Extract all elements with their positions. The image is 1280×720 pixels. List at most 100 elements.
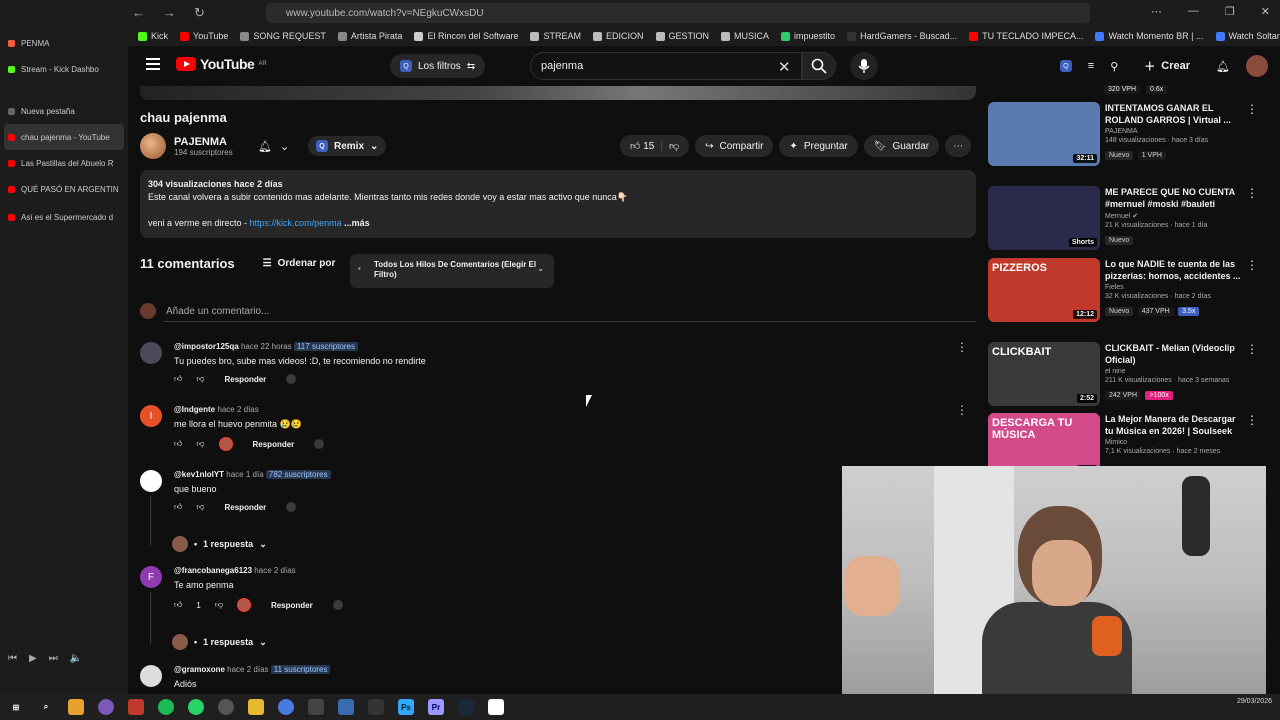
comment-dislike-icon[interactable]: 👎︎ [196,502,204,512]
system-clock[interactable]: 29/03/2026 [1237,696,1272,707]
browser-tab-item[interactable]: Nueva pestaña [0,98,128,124]
comment-time[interactable]: hace 2 días [217,405,258,414]
recommended-video[interactable]: Shorts ME PARECE QUE NO CUENTA #mernuel #… [988,186,1258,250]
account-avatar[interactable] [1246,55,1268,77]
taskbar-app-icon[interactable] [368,699,384,715]
bookmark-item[interactable]: EDICION [593,31,644,41]
recommended-video[interactable]: CLICKBAIT 2:52 CLICKBAIT - Melian (Videocl… [988,342,1258,406]
video-menu-icon[interactable]: ⋮ [1246,102,1258,116]
obs-icon[interactable] [218,699,234,715]
view-replies-button[interactable]: • 1 respuesta ⌄ [172,634,267,650]
reply-button[interactable]: Responder [265,601,319,610]
show-more-button[interactable]: ...más [344,218,370,228]
video-description[interactable]: 304 visualizaciones hace 2 días Este can… [140,170,976,238]
sort-button[interactable]: ☰ Ordenar por [263,258,336,269]
recommended-video[interactable]: PIZZEROS 12:12 Lo que NADIE te cuenta de l… [988,258,1258,322]
comment-time[interactable]: hace 2 días [254,566,295,575]
video-title[interactable]: Lo que NADIE te cuenta de las pizzerías:… [1105,258,1245,282]
comment-author[interactable]: @impostor125qa [174,342,239,351]
reload-icon[interactable]: ↻ [194,5,205,21]
comment-time[interactable]: hace 2 días [227,665,268,674]
photoshop-icon[interactable]: Ps [398,699,414,715]
comment-menu-icon[interactable]: ⋮ [956,403,968,417]
recommended-video[interactable]: 32:11 INTENTAMOS GANAR EL ROLAND GARROS |… [988,102,1258,166]
search-input[interactable]: pajenma [530,52,802,80]
browser-tab-item[interactable]: PENMA [0,30,128,56]
bookmark-item[interactable]: STREAM [530,31,581,41]
comment-author[interactable]: @gramoxone [174,665,225,674]
taskbar-app-icon[interactable] [488,699,504,715]
bookmark-item[interactable]: SONG REQUEST [240,31,326,41]
back-icon[interactable]: ← [132,5,145,21]
list-icon[interactable]: ≡ [1088,60,1094,72]
video-channel[interactable]: el nine [1105,368,1245,375]
share-button[interactable]: ↪ Compartir [695,135,774,157]
bookmark-item[interactable]: YouTube [180,31,228,41]
search-button[interactable] [802,52,836,80]
play-icon[interactable]: ▶ [29,653,37,664]
comment-avatar[interactable] [140,470,162,492]
browser-tab-item[interactable]: chau pajenma - YouTube [4,124,124,150]
comment-avatar[interactable] [140,342,162,364]
bookmark-item[interactable]: Watch Soltando magi... [1215,31,1280,41]
bookmark-item[interactable]: GESTION [655,31,709,41]
video-title[interactable]: La Mejor Manera de Descargar tu Música e… [1105,413,1245,437]
premiere-icon[interactable]: Pr [428,699,444,715]
more-actions-button[interactable]: ⋯ [945,135,972,157]
browser-tab-item[interactable]: Así es el Supermercado d [0,204,128,230]
remix-button[interactable]: Q Remix ⌄ [308,136,387,156]
taskbar-app-icon[interactable] [68,699,84,715]
video-title[interactable]: ME PARECE QUE NO CUENTA #mernuel #moski … [1105,186,1245,210]
next-icon[interactable]: ⏭ [49,653,58,664]
whatsapp-icon[interactable] [188,699,204,715]
notifications-bell-icon[interactable]: 🔔︎ [1216,60,1230,73]
add-comment-box[interactable]: Añade un comentario... [140,303,976,322]
browser-tab-item[interactable]: Stream - Kick Dashbo [0,56,128,82]
steam-icon[interactable] [458,699,474,715]
video-menu-icon[interactable]: ⋮ [1246,186,1258,200]
save-button[interactable]: 🔖︎ Guardar [863,135,940,157]
taskbar-browser-icon[interactable] [98,699,114,715]
thread-filter-dropdown[interactable]: ▪ Todos Los Hilos De Comentarios (Elegir… [350,254,554,288]
comment-dislike-icon[interactable]: 👎︎ [215,600,223,610]
comment-avatar[interactable]: I [140,405,162,427]
clear-search-icon[interactable]: ✕ [778,58,791,76]
view-replies-button[interactable]: • 1 respuesta ⌄ [172,536,267,552]
menu-dots-icon[interactable]: ⋯ [1151,5,1162,18]
close-icon[interactable]: ✕ [1261,5,1270,18]
video-thumbnail[interactable]: Shorts [988,186,1100,250]
extension-q-icon[interactable]: Q [1059,60,1072,72]
taskbar-app-icon[interactable] [308,699,324,715]
bookmark-item[interactable]: Kick [138,31,168,41]
reply-button[interactable]: Responder [219,503,273,512]
subscription-bell-button[interactable]: 🔔︎ ⌄ [254,136,298,156]
video-thumbnail[interactable]: CLICKBAIT 2:52 [988,342,1100,406]
create-button[interactable]: ＋ Crear [1134,54,1201,78]
bookmark-item[interactable]: MUSICA [721,31,769,41]
prev-icon[interactable]: ⏮ [8,653,17,664]
comment-avatar[interactable]: F [140,566,162,588]
comment-author[interactable]: @lndgente [174,405,215,414]
video-title[interactable]: INTENTAMOS GANAR EL ROLAND GARROS | Virt… [1105,102,1245,126]
reply-button[interactable]: Responder [219,375,273,384]
video-player[interactable] [140,86,976,100]
like-button[interactable]: 👍︎ 15 [630,140,654,152]
bookmark-item[interactable]: Watch Momento BR | ... [1095,31,1204,41]
comment-dislike-icon[interactable]: 👎︎ [196,439,204,449]
video-menu-icon[interactable]: ⋮ [1246,342,1258,356]
volume-icon[interactable]: 🔈 [70,653,82,664]
comment-like-icon[interactable]: 👍︎ [174,502,182,512]
taskbar-app-icon[interactable] [128,699,144,715]
video-thumbnail[interactable]: 32:11 [988,102,1100,166]
spotify-icon[interactable] [158,699,174,715]
chrome-icon[interactable] [278,699,294,715]
comment-menu-icon[interactable]: ⋮ [956,340,968,354]
comment-dislike-icon[interactable]: 👎︎ [196,374,204,384]
reply-button[interactable]: Responder [247,440,301,449]
comment-time[interactable]: hace 1 día [226,470,263,479]
comment-author[interactable]: @francobanega6123 [174,566,252,575]
bookmark-item[interactable]: TU TECLADO IMPECA... [969,31,1083,41]
video-channel[interactable]: Fieles [1105,284,1245,291]
comment-like-icon[interactable]: 👍︎ [174,439,182,449]
address-bar[interactable]: www.youtube.com/watch?v=NEgkuCWxsDU [266,3,1090,23]
